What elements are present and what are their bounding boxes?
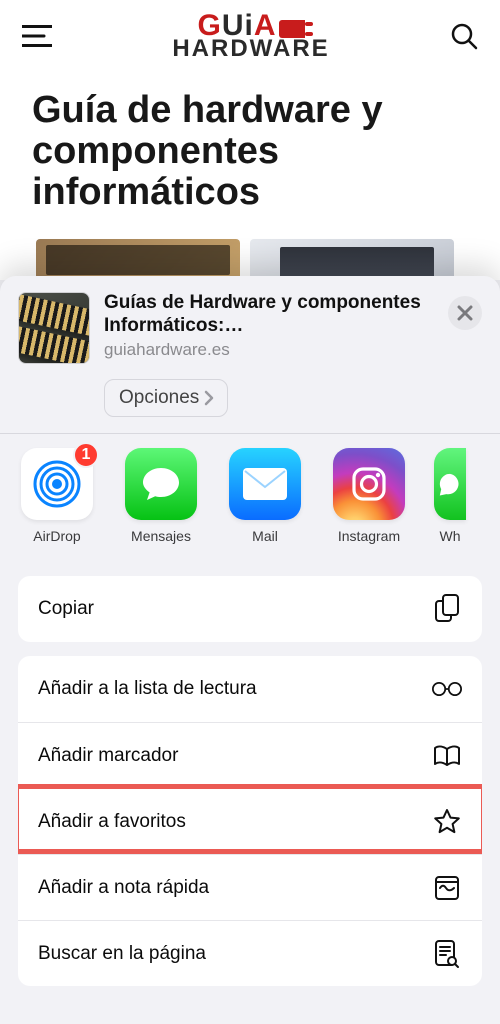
book-icon: [432, 744, 462, 768]
airdrop-badge: 1: [73, 442, 99, 468]
product-thumb: [36, 239, 240, 281]
page-meta: Guías de Hardware y componentes Informát…: [104, 292, 434, 360]
search-icon[interactable]: [450, 22, 478, 50]
close-icon: [457, 305, 473, 321]
app-label: Mensajes: [131, 528, 191, 544]
options-label: Opciones: [119, 387, 199, 409]
chevron-right-icon: [201, 390, 217, 406]
app-label: Instagram: [338, 528, 400, 544]
find-on-page-icon: [432, 939, 462, 969]
page-title: Guía de hardware y componentes informáti…: [0, 72, 500, 213]
page-thumbnail: [18, 292, 90, 364]
action-label: Añadir a nota rápida: [38, 877, 209, 899]
share-app-instagram[interactable]: Instagram: [330, 448, 408, 544]
action-label: Añadir a la lista de lectura: [38, 678, 257, 700]
share-app-whatsapp[interactable]: Wh: [434, 448, 466, 544]
action-label: Añadir marcador: [38, 745, 178, 767]
action-copy[interactable]: Copiar: [18, 576, 482, 642]
airdrop-icon: 1: [21, 448, 93, 520]
quick-note-icon: [432, 875, 462, 901]
share-apps-row[interactable]: 1 AirDrop Mensajes Mail Instagram: [0, 434, 500, 558]
product-thumbnails: [0, 213, 500, 281]
messages-icon: [125, 448, 197, 520]
glasses-icon: [432, 680, 462, 698]
copy-icon: [432, 594, 462, 624]
app-label: AirDrop: [33, 528, 80, 544]
share-app-mail[interactable]: Mail: [226, 448, 304, 544]
action-add-favorite[interactable]: Añadir a favoritos: [18, 788, 482, 854]
app-label: Wh: [440, 528, 461, 544]
app-label: Mail: [252, 528, 278, 544]
share-url: guiahardware.es: [104, 340, 434, 360]
site-logo: GUiA HARDWARE: [172, 13, 329, 59]
hamburger-menu-icon[interactable]: [22, 25, 52, 47]
share-title: Guías de Hardware y componentes Informát…: [104, 292, 434, 338]
whatsapp-icon: [434, 448, 466, 520]
action-quick-note[interactable]: Añadir a nota rápida: [18, 854, 482, 920]
action-label: Copiar: [38, 598, 94, 620]
share-app-airdrop[interactable]: 1 AirDrop: [18, 448, 96, 544]
share-app-messages[interactable]: Mensajes: [122, 448, 200, 544]
options-button[interactable]: Opciones: [104, 379, 228, 417]
share-sheet: Guías de Hardware y componentes Informát…: [0, 276, 500, 1024]
instagram-icon: [333, 448, 405, 520]
background-page: GUiA HARDWARE Guía de hardware y compone…: [0, 0, 500, 280]
star-icon: [432, 808, 462, 836]
close-button[interactable]: [448, 296, 482, 330]
mail-icon: [229, 448, 301, 520]
action-label: Buscar en la página: [38, 943, 206, 965]
action-find-on-page[interactable]: Buscar en la página: [18, 920, 482, 986]
action-label: Añadir a favoritos: [38, 811, 186, 833]
product-thumb: [250, 239, 454, 281]
action-add-bookmark[interactable]: Añadir marcador: [18, 722, 482, 788]
action-reading-list[interactable]: Añadir a la lista de lectura: [18, 656, 482, 722]
